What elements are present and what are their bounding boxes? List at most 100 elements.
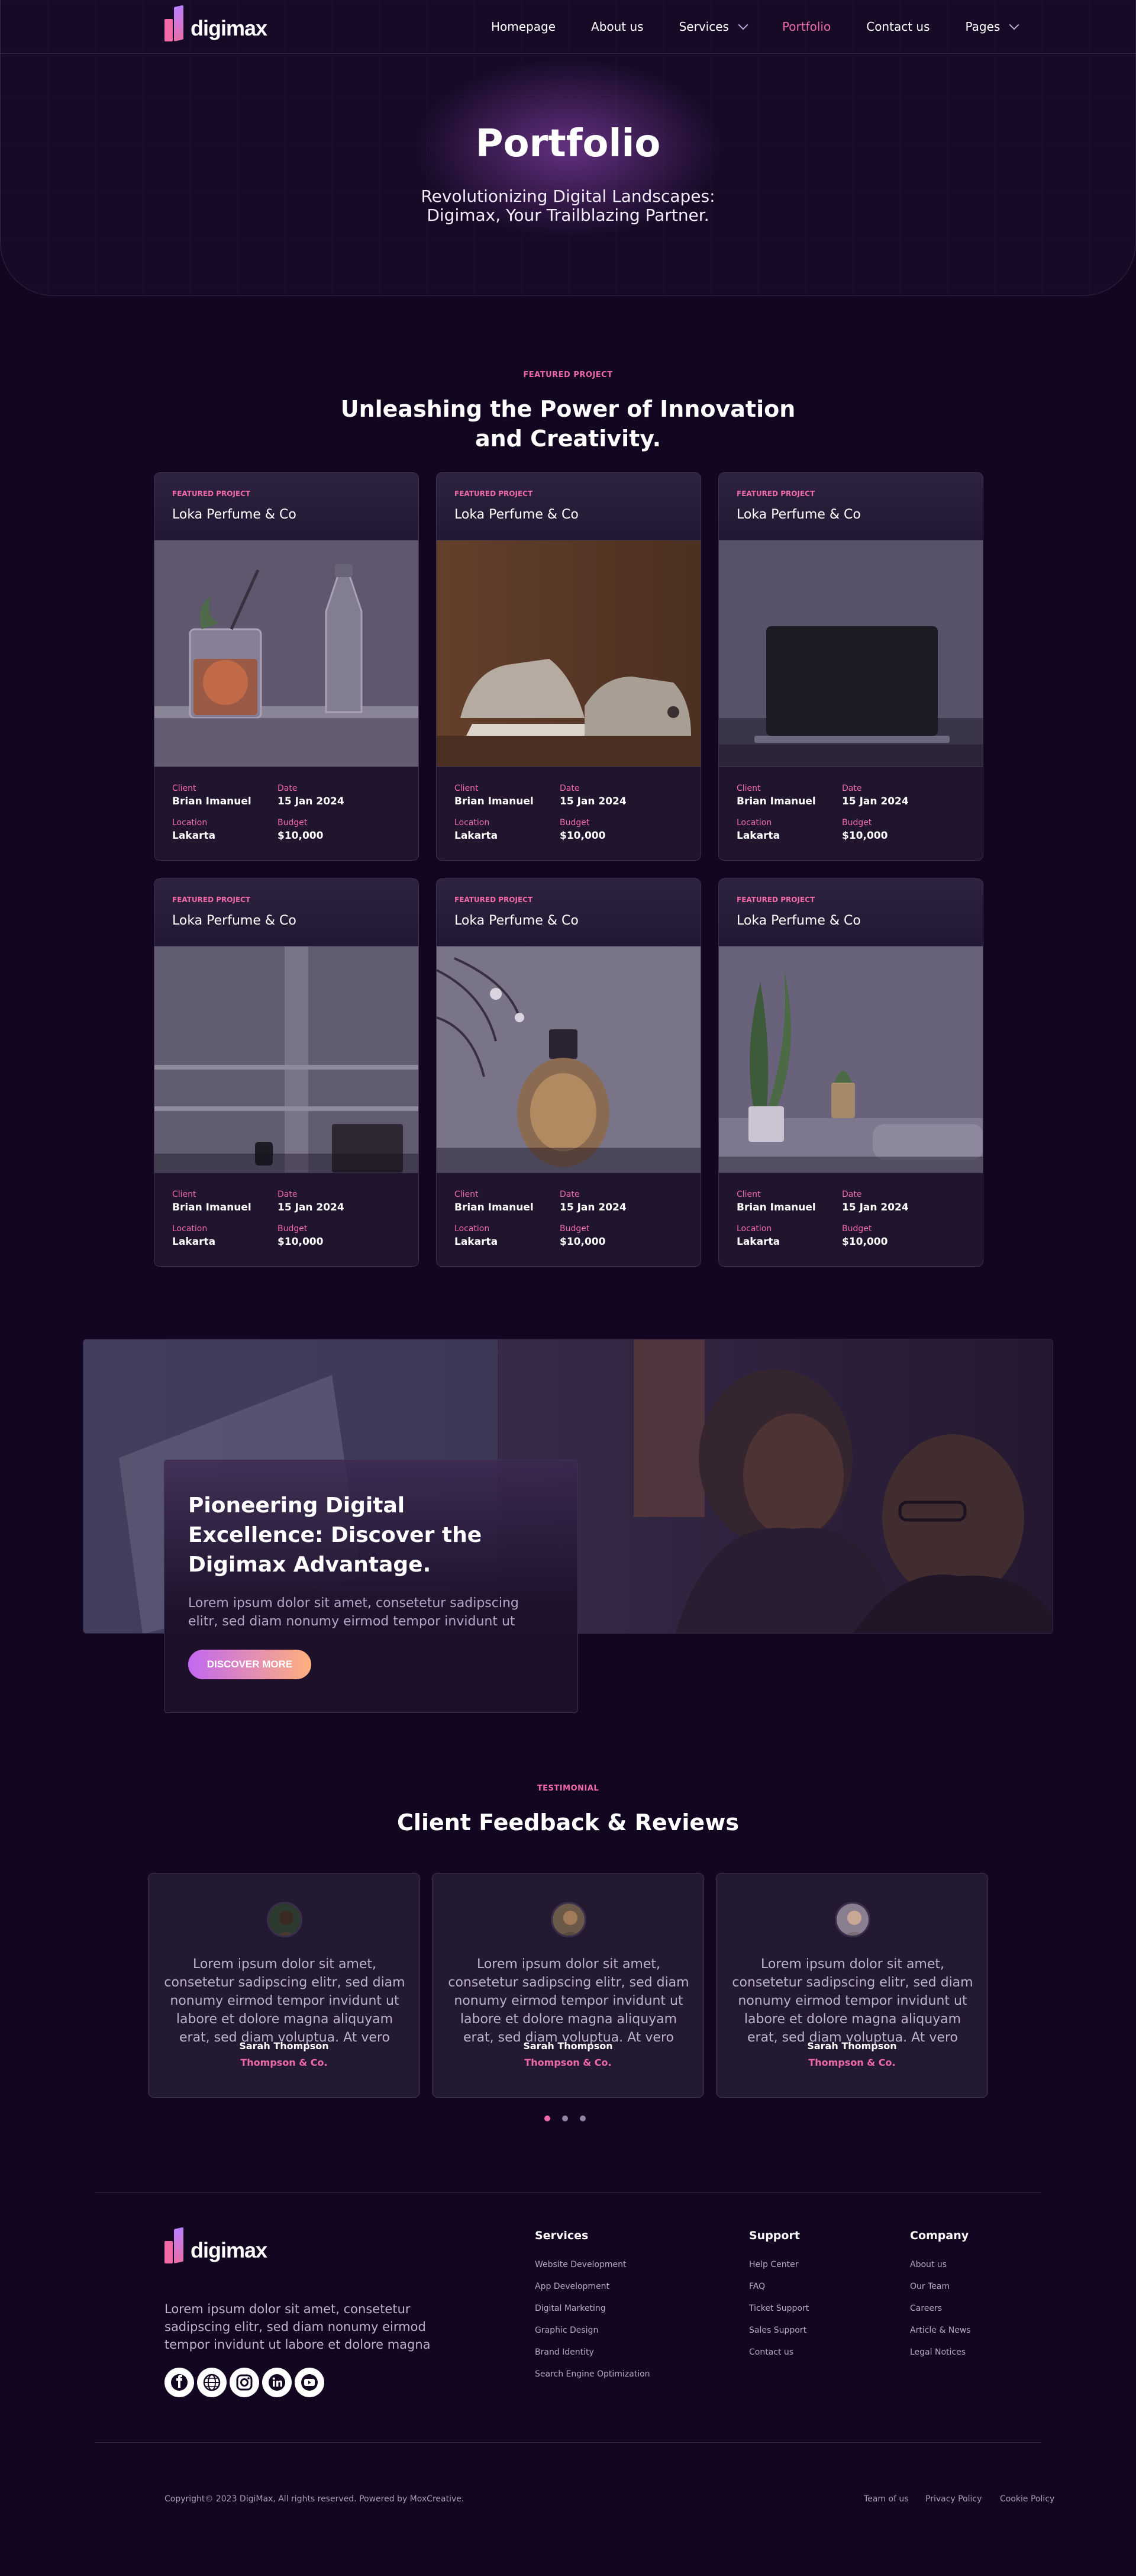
project-card[interactable]: FEATURED PROJECT Loka Perfume & Co Clien… [436, 878, 701, 1267]
card-client: Brian Imanuel [737, 1202, 816, 1213]
card-location: Lakarta [172, 1236, 216, 1248]
brand-name: digimax [191, 16, 267, 40]
card-location: Lakarta [737, 1236, 780, 1248]
testimonial-name: Sarah Thompson [239, 2040, 329, 2052]
card-details: Client Brian Imanuel Date 15 Jan 2024 Lo… [719, 1173, 983, 1266]
footer-divider-top [95, 2192, 1041, 2193]
card-header: FEATURED PROJECT Loka Perfume & Co [719, 879, 983, 946]
footer-link[interactable]: Ticket Support [749, 2304, 809, 2313]
card-header: FEATURED PROJECT Loka Perfume & Co [719, 473, 983, 540]
footer-link[interactable]: Our Team [910, 2282, 950, 2291]
card-location: Lakarta [737, 830, 780, 842]
card-client: Brian Imanuel [172, 796, 251, 807]
card-tag: FEATURED PROJECT [454, 896, 533, 904]
card-date: 15 Jan 2024 [842, 1202, 909, 1213]
footer-link[interactable]: Legal Notices [910, 2348, 966, 2357]
testimonial-name: Sarah Thompson [523, 2040, 613, 2052]
plant-room-image [719, 946, 983, 1173]
testimonial-name: Sarah Thompson [807, 2040, 897, 2052]
card-budget: $10,000 [277, 830, 324, 842]
card-title: Loka Perfume & Co [454, 913, 579, 928]
footer-link[interactable]: Digital Marketing [535, 2304, 606, 2313]
card-location: Lakarta [454, 830, 498, 842]
nav-services[interactable]: Services [679, 20, 748, 34]
instagram-icon[interactable] [230, 2368, 259, 2397]
header-divider [0, 53, 1136, 54]
linkedin-icon[interactable] [262, 2368, 292, 2397]
project-card[interactable]: FEATURED PROJECT Loka Perfume & Co Clien… [718, 472, 983, 861]
testimonial-company: Thompson & Co. [808, 2057, 896, 2068]
logo-icon [164, 5, 186, 42]
card-details: Client Brian Imanuel Date 15 Jan 2024 Lo… [437, 767, 701, 860]
project-card[interactable]: FEATURED PROJECT Loka Perfume & Co Clien… [718, 878, 983, 1267]
card-title: Loka Perfume & Co [172, 913, 296, 928]
testimonial-eyebrow: TESTIMONIAL [537, 1784, 599, 1793]
facebook-icon[interactable] [164, 2368, 194, 2397]
testimonial-text: Lorem ipsum dolor sit amet, consetetur s… [164, 1957, 405, 2045]
footer-link[interactable]: FAQ [749, 2282, 765, 2291]
card-tag: FEATURED PROJECT [172, 896, 251, 904]
discover-more-button[interactable]: DISCOVER MORE [188, 1650, 311, 1679]
card-details: Client Brian Imanuel Date 15 Jan 2024 Lo… [154, 1173, 418, 1266]
testimonial-text: Lorem ipsum dolor sit amet, consetetur s… [448, 1957, 689, 2045]
nav-homepage[interactable]: Homepage [491, 20, 556, 34]
testimonial-card: Lorem ipsum dolor sit amet, consetetur s… [148, 1873, 420, 2098]
nav-pages[interactable]: Pages [966, 20, 1019, 34]
carousel-dot-3[interactable] [580, 2115, 586, 2121]
card-budget: $10,000 [842, 1236, 888, 1248]
nav-about-us[interactable]: About us [591, 20, 644, 34]
card-date: 15 Jan 2024 [560, 796, 627, 807]
footer-link[interactable]: Graphic Design [535, 2326, 598, 2335]
card-title: Loka Perfume & Co [737, 913, 861, 928]
youtube-icon[interactable] [295, 2368, 324, 2397]
card-client: Brian Imanuel [737, 796, 816, 807]
globe-icon[interactable] [197, 2368, 227, 2397]
avatar [551, 1902, 586, 1937]
cocktail-glass-image [154, 540, 418, 767]
legal-link-privacy[interactable]: Privacy Policy [925, 2494, 982, 2504]
footer-link[interactable]: Careers [910, 2304, 942, 2313]
banner-content-box: Pioneering Digital Excellence: Discover … [164, 1460, 578, 1713]
brand-logo[interactable]: digimax [164, 5, 267, 42]
footer-link[interactable]: App Development [535, 2282, 609, 2291]
footer-divider-bottom [95, 2442, 1041, 2443]
card-tag: FEATURED PROJECT [454, 490, 533, 498]
brand-name: digimax [191, 2238, 267, 2262]
carousel-dot-2[interactable] [562, 2115, 568, 2121]
footer-link[interactable]: Website Development [535, 2260, 627, 2269]
footer-link[interactable]: Article & News [910, 2326, 971, 2335]
footer-link[interactable]: Help Center [749, 2260, 799, 2269]
footer-link[interactable]: Brand Identity [535, 2348, 594, 2357]
featured-eyebrow: FEATURED PROJECT [523, 371, 613, 379]
card-client: Brian Imanuel [172, 1202, 251, 1213]
legal-link-team[interactable]: Team of us [864, 2494, 909, 2504]
avatar [267, 1902, 302, 1937]
chevron-down-icon [738, 20, 748, 30]
card-title: Loka Perfume & Co [172, 507, 296, 522]
testimonial-company: Thompson & Co. [240, 2057, 328, 2068]
card-tag: FEATURED PROJECT [737, 896, 815, 904]
page-title: Portfolio [475, 122, 661, 166]
avatar [835, 1902, 870, 1937]
card-details: Client Brian Imanuel Date 15 Jan 2024 Lo… [437, 1173, 701, 1266]
office-desk-image [154, 946, 418, 1173]
card-budget: $10,000 [560, 1236, 606, 1248]
card-date: 15 Jan 2024 [560, 1202, 627, 1213]
footer-link[interactable]: Search Engine Optimization [535, 2369, 650, 2379]
card-location: Lakarta [454, 1236, 498, 1248]
footer-logo[interactable]: digimax [164, 2227, 267, 2263]
project-card[interactable]: FEATURED PROJECT Loka Perfume & Co Clien… [154, 472, 419, 861]
banner-title: Pioneering Digital Excellence: Discover … [188, 1493, 482, 1577]
legal-link-cookie[interactable]: Cookie Policy [1000, 2494, 1054, 2504]
card-title: Loka Perfume & Co [454, 507, 579, 522]
nav-contact-us[interactable]: Contact us [866, 20, 930, 34]
nav-portfolio[interactable]: Portfolio [782, 20, 831, 34]
carousel-dot-1[interactable] [544, 2115, 550, 2121]
footer-link[interactable]: Sales Support [749, 2326, 806, 2335]
project-card[interactable]: FEATURED PROJECT Loka Perfume & Co Clien… [154, 878, 419, 1267]
footer-link[interactable]: Contact us [749, 2348, 793, 2357]
footer-link[interactable]: About us [910, 2260, 947, 2269]
project-card[interactable]: FEATURED PROJECT Loka Perfume & Co Clien… [436, 472, 701, 861]
testimonial-card: Lorem ipsum dolor sit amet, consetetur s… [432, 1873, 704, 2098]
main-nav: Homepage About us Services Portfolio Con… [491, 18, 1019, 36]
